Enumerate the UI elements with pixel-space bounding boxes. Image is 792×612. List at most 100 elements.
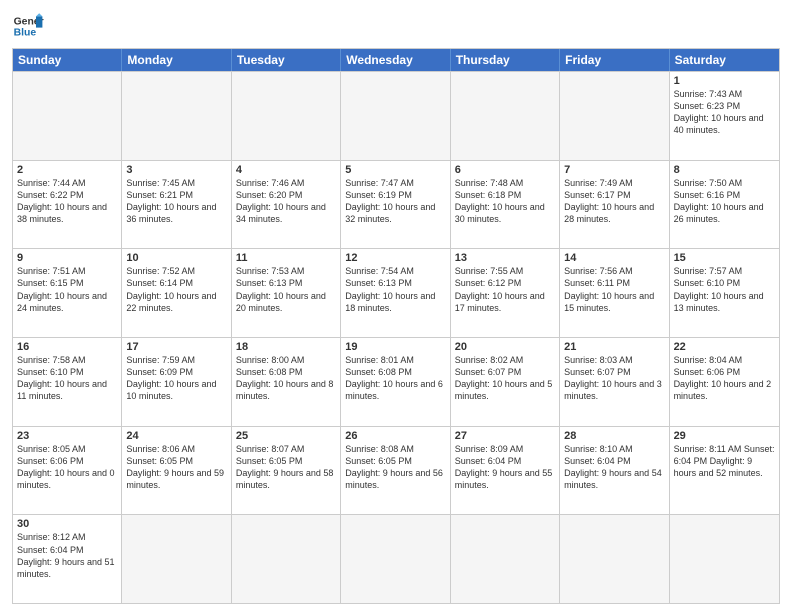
day-header-friday: Friday <box>560 49 669 71</box>
day-info: Sunrise: 8:09 AM Sunset: 6:04 PM Dayligh… <box>455 443 555 492</box>
calendar: SundayMondayTuesdayWednesdayThursdayFrid… <box>12 48 780 604</box>
day-info: Sunrise: 7:49 AM Sunset: 6:17 PM Dayligh… <box>564 177 664 226</box>
day-info: Sunrise: 7:44 AM Sunset: 6:22 PM Dayligh… <box>17 177 117 226</box>
day-number: 25 <box>236 430 336 442</box>
day-number: 14 <box>564 252 664 264</box>
logo: General Blue <box>12 10 44 42</box>
day-info: Sunrise: 8:05 AM Sunset: 6:06 PM Dayligh… <box>17 443 117 492</box>
day-info: Sunrise: 8:08 AM Sunset: 6:05 PM Dayligh… <box>345 443 445 492</box>
calendar-row-3: 16Sunrise: 7:58 AM Sunset: 6:10 PM Dayli… <box>13 337 779 426</box>
day-number: 23 <box>17 430 117 442</box>
day-cell-13: 13Sunrise: 7:55 AM Sunset: 6:12 PM Dayli… <box>451 249 560 337</box>
day-cell-6: 6Sunrise: 7:48 AM Sunset: 6:18 PM Daylig… <box>451 161 560 249</box>
day-cell-8: 8Sunrise: 7:50 AM Sunset: 6:16 PM Daylig… <box>670 161 779 249</box>
calendar-header: SundayMondayTuesdayWednesdayThursdayFrid… <box>13 49 779 71</box>
day-cell-10: 10Sunrise: 7:52 AM Sunset: 6:14 PM Dayli… <box>122 249 231 337</box>
day-number: 26 <box>345 430 445 442</box>
day-info: Sunrise: 8:04 AM Sunset: 6:06 PM Dayligh… <box>674 354 775 403</box>
calendar-row-2: 9Sunrise: 7:51 AM Sunset: 6:15 PM Daylig… <box>13 248 779 337</box>
day-cell-28: 28Sunrise: 8:10 AM Sunset: 6:04 PM Dayli… <box>560 427 669 515</box>
day-info: Sunrise: 7:48 AM Sunset: 6:18 PM Dayligh… <box>455 177 555 226</box>
day-cell-19: 19Sunrise: 8:01 AM Sunset: 6:08 PM Dayli… <box>341 338 450 426</box>
day-number: 15 <box>674 252 775 264</box>
day-info: Sunrise: 8:00 AM Sunset: 6:08 PM Dayligh… <box>236 354 336 403</box>
day-info: Sunrise: 8:01 AM Sunset: 6:08 PM Dayligh… <box>345 354 445 403</box>
day-number: 28 <box>564 430 664 442</box>
day-number: 17 <box>126 341 226 353</box>
calendar-row-5: 30Sunrise: 8:12 AM Sunset: 6:04 PM Dayli… <box>13 514 779 603</box>
day-info: Sunrise: 7:47 AM Sunset: 6:19 PM Dayligh… <box>345 177 445 226</box>
day-header-wednesday: Wednesday <box>341 49 450 71</box>
day-cell-12: 12Sunrise: 7:54 AM Sunset: 6:13 PM Dayli… <box>341 249 450 337</box>
day-info: Sunrise: 7:59 AM Sunset: 6:09 PM Dayligh… <box>126 354 226 403</box>
day-cell-14: 14Sunrise: 7:56 AM Sunset: 6:11 PM Dayli… <box>560 249 669 337</box>
empty-cell-0-0 <box>13 72 122 160</box>
svg-text:Blue: Blue <box>14 28 37 39</box>
day-number: 24 <box>126 430 226 442</box>
day-number: 30 <box>17 518 117 530</box>
day-info: Sunrise: 7:46 AM Sunset: 6:20 PM Dayligh… <box>236 177 336 226</box>
day-cell-22: 22Sunrise: 8:04 AM Sunset: 6:06 PM Dayli… <box>670 338 779 426</box>
empty-cell-0-3 <box>341 72 450 160</box>
day-number: 22 <box>674 341 775 353</box>
day-number: 6 <box>455 164 555 176</box>
day-number: 2 <box>17 164 117 176</box>
day-info: Sunrise: 7:56 AM Sunset: 6:11 PM Dayligh… <box>564 265 664 314</box>
day-number: 10 <box>126 252 226 264</box>
day-cell-30: 30Sunrise: 8:12 AM Sunset: 6:04 PM Dayli… <box>13 515 122 603</box>
day-number: 1 <box>674 75 775 87</box>
empty-cell-5-4 <box>451 515 560 603</box>
calendar-body: 1Sunrise: 7:43 AM Sunset: 6:23 PM Daylig… <box>13 71 779 603</box>
day-number: 27 <box>455 430 555 442</box>
day-info: Sunrise: 7:52 AM Sunset: 6:14 PM Dayligh… <box>126 265 226 314</box>
day-cell-21: 21Sunrise: 8:03 AM Sunset: 6:07 PM Dayli… <box>560 338 669 426</box>
day-info: Sunrise: 7:57 AM Sunset: 6:10 PM Dayligh… <box>674 265 775 314</box>
day-info: Sunrise: 8:02 AM Sunset: 6:07 PM Dayligh… <box>455 354 555 403</box>
day-cell-27: 27Sunrise: 8:09 AM Sunset: 6:04 PM Dayli… <box>451 427 560 515</box>
empty-cell-5-2 <box>232 515 341 603</box>
day-cell-15: 15Sunrise: 7:57 AM Sunset: 6:10 PM Dayli… <box>670 249 779 337</box>
day-info: Sunrise: 8:07 AM Sunset: 6:05 PM Dayligh… <box>236 443 336 492</box>
day-cell-25: 25Sunrise: 8:07 AM Sunset: 6:05 PM Dayli… <box>232 427 341 515</box>
empty-cell-5-3 <box>341 515 450 603</box>
day-cell-24: 24Sunrise: 8:06 AM Sunset: 6:05 PM Dayli… <box>122 427 231 515</box>
day-number: 11 <box>236 252 336 264</box>
day-header-thursday: Thursday <box>451 49 560 71</box>
day-info: Sunrise: 8:10 AM Sunset: 6:04 PM Dayligh… <box>564 443 664 492</box>
day-number: 13 <box>455 252 555 264</box>
calendar-row-0: 1Sunrise: 7:43 AM Sunset: 6:23 PM Daylig… <box>13 71 779 160</box>
day-cell-20: 20Sunrise: 8:02 AM Sunset: 6:07 PM Dayli… <box>451 338 560 426</box>
day-info: Sunrise: 7:45 AM Sunset: 6:21 PM Dayligh… <box>126 177 226 226</box>
day-cell-3: 3Sunrise: 7:45 AM Sunset: 6:21 PM Daylig… <box>122 161 231 249</box>
day-number: 20 <box>455 341 555 353</box>
day-header-tuesday: Tuesday <box>232 49 341 71</box>
day-cell-5: 5Sunrise: 7:47 AM Sunset: 6:19 PM Daylig… <box>341 161 450 249</box>
day-header-monday: Monday <box>122 49 231 71</box>
day-number: 19 <box>345 341 445 353</box>
empty-cell-0-1 <box>122 72 231 160</box>
day-cell-17: 17Sunrise: 7:59 AM Sunset: 6:09 PM Dayli… <box>122 338 231 426</box>
empty-cell-0-5 <box>560 72 669 160</box>
day-info: Sunrise: 7:58 AM Sunset: 6:10 PM Dayligh… <box>17 354 117 403</box>
day-cell-26: 26Sunrise: 8:08 AM Sunset: 6:05 PM Dayli… <box>341 427 450 515</box>
day-cell-23: 23Sunrise: 8:05 AM Sunset: 6:06 PM Dayli… <box>13 427 122 515</box>
day-info: Sunrise: 7:54 AM Sunset: 6:13 PM Dayligh… <box>345 265 445 314</box>
day-cell-11: 11Sunrise: 7:53 AM Sunset: 6:13 PM Dayli… <box>232 249 341 337</box>
day-cell-1: 1Sunrise: 7:43 AM Sunset: 6:23 PM Daylig… <box>670 72 779 160</box>
day-number: 3 <box>126 164 226 176</box>
day-number: 21 <box>564 341 664 353</box>
day-info: Sunrise: 7:53 AM Sunset: 6:13 PM Dayligh… <box>236 265 336 314</box>
day-info: Sunrise: 7:50 AM Sunset: 6:16 PM Dayligh… <box>674 177 775 226</box>
empty-cell-5-5 <box>560 515 669 603</box>
calendar-row-1: 2Sunrise: 7:44 AM Sunset: 6:22 PM Daylig… <box>13 160 779 249</box>
day-header-saturday: Saturday <box>670 49 779 71</box>
day-cell-29: 29Sunrise: 8:11 AM Sunset: 6:04 PM Dayli… <box>670 427 779 515</box>
day-cell-2: 2Sunrise: 7:44 AM Sunset: 6:22 PM Daylig… <box>13 161 122 249</box>
calendar-row-4: 23Sunrise: 8:05 AM Sunset: 6:06 PM Dayli… <box>13 426 779 515</box>
empty-cell-5-1 <box>122 515 231 603</box>
day-cell-4: 4Sunrise: 7:46 AM Sunset: 6:20 PM Daylig… <box>232 161 341 249</box>
day-cell-9: 9Sunrise: 7:51 AM Sunset: 6:15 PM Daylig… <box>13 249 122 337</box>
day-info: Sunrise: 8:11 AM Sunset: 6:04 PM Dayligh… <box>674 443 775 479</box>
day-header-sunday: Sunday <box>13 49 122 71</box>
day-number: 18 <box>236 341 336 353</box>
